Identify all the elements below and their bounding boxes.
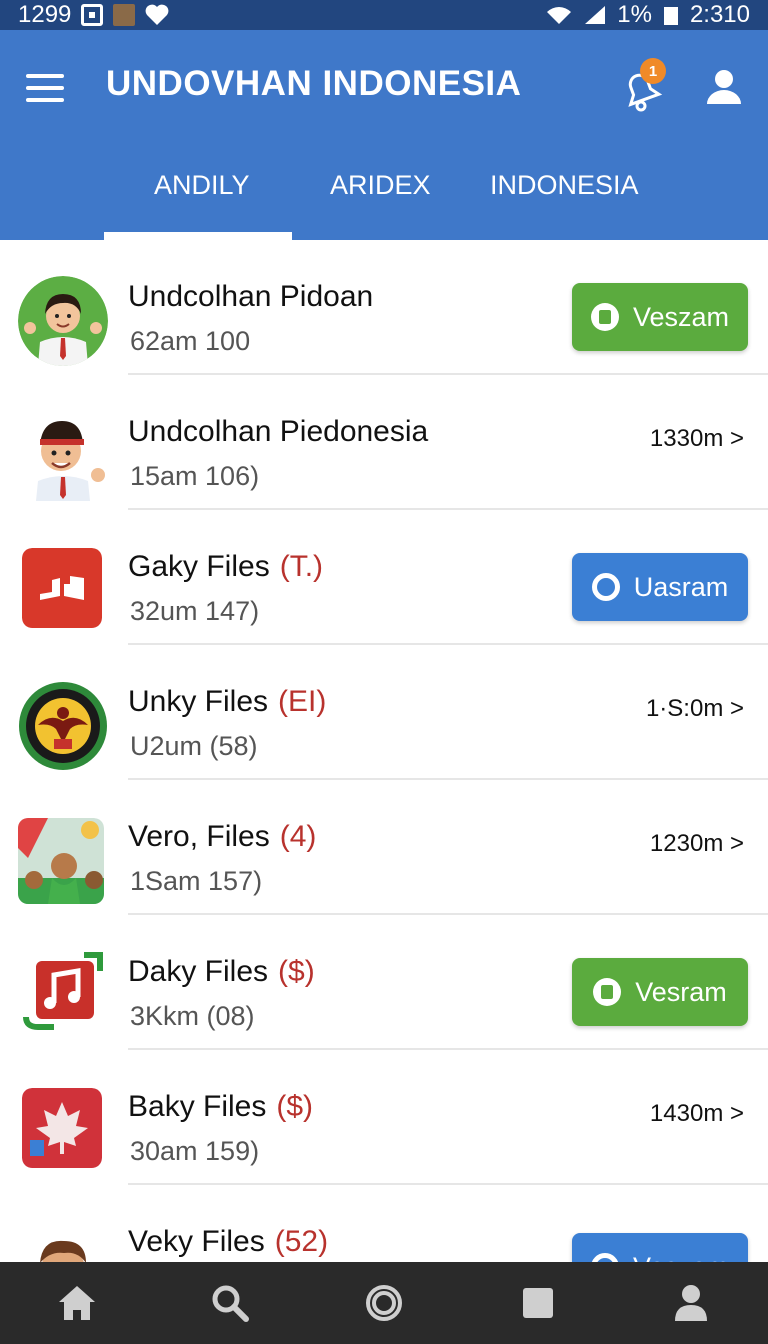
item-tag: (EI) [278, 685, 327, 718]
circle-icon [365, 1285, 402, 1321]
boy-avatar-icon [36, 421, 105, 501]
square-icon [522, 1288, 553, 1318]
button-label: Veszam [632, 301, 730, 332]
item-title: Veky Files (52) [128, 1225, 329, 1258]
item-title: Gaky Files (T.) [128, 550, 324, 583]
item-meta-link[interactable]: 1430m > [650, 1100, 744, 1128]
nav-home[interactable] [47, 1273, 107, 1333]
item-meta-link[interactable]: 1330m > [650, 425, 744, 453]
item-meta-link[interactable]: 1·S:0m > [646, 695, 744, 723]
app-notification-icon [113, 4, 136, 26]
list-item[interactable]: Gaky Files (T.) 32um 147) Uasram [0, 510, 768, 645]
item-subtitle: 1Sam 157) [130, 866, 263, 896]
veszam-button[interactable]: Veszam [572, 283, 748, 351]
list-item[interactable]: Daky Files ($) 3Kkm (08) Vesram [0, 915, 768, 1050]
item-subtitle: 15am 106) [130, 461, 260, 491]
tab-bar: ANDILY ARIDEX INDONESIA [0, 150, 768, 240]
battery-percent: 1% [617, 1, 652, 28]
person-icon [675, 1285, 708, 1321]
item-title: Undcolhan Piedonesia [128, 415, 429, 448]
heart-icon [145, 4, 169, 25]
red-book-app-icon [22, 548, 102, 628]
tab-andily[interactable]: ANDILY [154, 170, 250, 201]
item-tag: (T.) [279, 550, 324, 583]
bottom-navigation [0, 1262, 768, 1344]
vesram-button[interactable]: Vesram [572, 958, 748, 1026]
document-icon [590, 303, 619, 331]
teacher-avatar-icon [18, 276, 108, 366]
item-subtitle: 3Kkm (08) [130, 1001, 255, 1031]
menu-icon[interactable] [26, 74, 64, 102]
item-tag: (4) [279, 820, 317, 853]
status-time: 2:310 [689, 1, 750, 28]
circle-icon [591, 573, 620, 601]
list-item[interactable]: Unky Files (EI) U2um (58) 1·S:0m > [0, 645, 768, 780]
garuda-emblem-icon [19, 682, 107, 770]
item-title: Undcolhan Pidoan [128, 280, 374, 313]
screenshot-icon [81, 4, 104, 26]
signal-icon [585, 6, 606, 24]
maple-leaf-app-icon [22, 1088, 102, 1168]
item-meta-link[interactable]: 1230m > [650, 830, 744, 858]
item-tag: (52) [274, 1225, 329, 1258]
button-label: Vesram [635, 976, 727, 1007]
uasram-button[interactable]: Uasram [572, 553, 748, 621]
battery-icon [663, 7, 678, 25]
item-title: Daky Files ($) [128, 955, 315, 988]
file-list: Undcolhan Pidoan 62am 100 Veszam Undcolh… [0, 240, 768, 1320]
status-left: 1299 [18, 1, 169, 29]
list-item[interactable]: Baky Files ($) 30am 159) 1430m > [0, 1050, 768, 1185]
app-bar: UNDOVHAN INDONESIA 1 ANDILY ARIDEX INDON… [0, 30, 768, 240]
active-tab-indicator [104, 232, 292, 240]
music-note-app-icon [23, 952, 103, 1030]
document-icon [593, 978, 622, 1006]
status-right: 1% 2:310 [545, 1, 750, 29]
button-label: Uasram [633, 571, 729, 602]
item-title: Baky Files ($) [128, 1090, 314, 1123]
item-tag: ($) [278, 955, 315, 988]
list-item[interactable]: Vero, Files (4) 1Sam 157) 1230m > [0, 780, 768, 915]
crowd-photo-icon [18, 818, 104, 904]
nav-square[interactable] [508, 1273, 568, 1333]
nav-search[interactable] [200, 1273, 260, 1333]
notification-badge: 1 [640, 58, 666, 84]
app-title: UNDOVHAN INDONESIA [106, 64, 522, 103]
status-left-text: 1299 [18, 1, 72, 28]
nav-profile[interactable] [661, 1273, 721, 1333]
item-subtitle: U2um (58) [130, 731, 258, 761]
item-subtitle: 30am 159) [130, 1136, 260, 1166]
search-icon [212, 1285, 250, 1322]
item-tag: ($) [276, 1090, 314, 1123]
tab-aridex[interactable]: ARIDEX [330, 170, 431, 201]
tab-indonesia[interactable]: INDONESIA [490, 170, 639, 201]
list-item[interactable]: Undcolhan Pidoan 62am 100 Veszam [0, 240, 768, 375]
home-icon [58, 1286, 95, 1320]
item-subtitle: 62am 100 [130, 326, 251, 356]
list-item[interactable]: Undcolhan Piedonesia 15am 106) 1330m > [0, 375, 768, 510]
nav-circle[interactable] [354, 1273, 414, 1333]
profile-icon[interactable] [704, 66, 744, 106]
item-title: Vero, Files (4) [128, 820, 317, 853]
status-bar: 1299 1% 2:310 [0, 0, 768, 30]
item-subtitle: 32um 147) [130, 596, 260, 626]
item-title: Unky Files (EI) [128, 685, 327, 718]
wifi-icon [547, 7, 572, 24]
